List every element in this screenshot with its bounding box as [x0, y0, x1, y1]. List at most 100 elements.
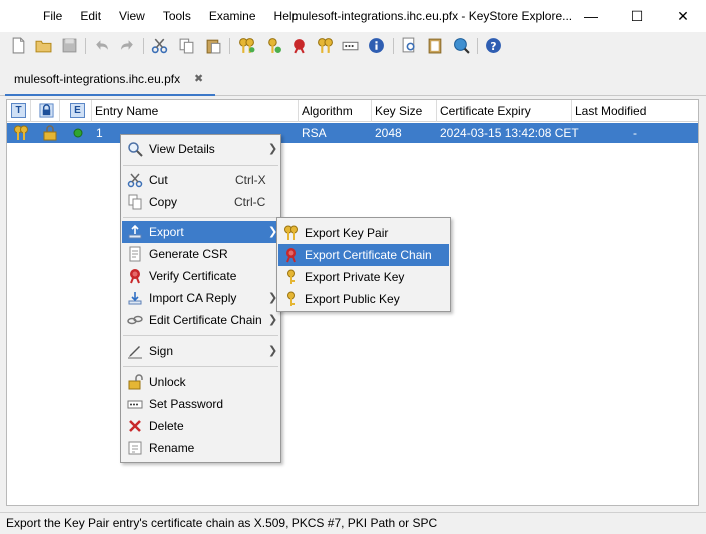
chevron-right-icon: ❯ — [268, 143, 278, 155]
menu-separator — [123, 165, 278, 166]
toolbar: ? — [0, 32, 706, 60]
tab-close-icon[interactable]: ✖ — [194, 66, 203, 92]
set-password-icon[interactable] — [342, 37, 359, 54]
tab-keystore[interactable]: mulesoft-integrations.ihc.eu.pfx ✖ — [5, 66, 215, 96]
menu-item-delete[interactable]: Delete — [122, 415, 279, 437]
examine-clipboard-icon[interactable] — [427, 37, 444, 54]
menu-item-label: Cut — [149, 173, 168, 187]
redo-icon[interactable] — [119, 37, 136, 54]
menu-item-export[interactable]: Export ❯ — [122, 221, 279, 243]
menu-item-cut[interactable]: Cut Ctrl-X — [122, 169, 279, 191]
menu-item-label: Export Key Pair — [305, 226, 389, 240]
menu-item-label: Export — [149, 225, 184, 239]
menu-item-label: Import CA Reply — [149, 291, 237, 305]
menu-item-label: Export Private Key — [305, 270, 405, 284]
import-trusted-certificate-icon[interactable] — [291, 37, 308, 54]
tab-label: mulesoft-integrations.ihc.eu.pfx — [14, 72, 181, 86]
paste-icon[interactable] — [205, 37, 222, 54]
menu-item-export-key-pair[interactable]: Export Key Pair — [278, 222, 449, 244]
rename-icon — [128, 441, 142, 455]
type-badge: T — [11, 103, 26, 118]
column-type[interactable]: T — [7, 100, 31, 122]
csr-document-icon — [129, 246, 141, 262]
title-bar: File Edit View Tools Examine Help muleso… — [0, 0, 706, 32]
column-last-modified[interactable]: Last Modified — [572, 100, 698, 122]
help-icon[interactable]: ? — [485, 37, 502, 54]
menu-item-label: Unlock — [149, 375, 186, 389]
menu-item-sign[interactable]: Sign ❯ — [122, 340, 279, 362]
password-field-icon — [127, 400, 143, 409]
cell-last-modified: - — [633, 126, 637, 140]
close-window-button[interactable]: ✕ — [660, 0, 706, 32]
examine-file-icon[interactable] — [401, 37, 418, 54]
column-expiry-status[interactable]: E — [60, 100, 92, 122]
key-pair-icon — [284, 225, 298, 240]
toolbar-separator — [393, 38, 394, 54]
context-menu: View Details ❯ Cut Ctrl-X Copy Ctrl-C Ex… — [120, 134, 281, 463]
menu-item-export-private-key[interactable]: Export Private Key — [278, 266, 449, 288]
menu-file[interactable]: File — [34, 0, 71, 32]
menu-examine[interactable]: Examine — [200, 0, 265, 32]
menu-item-rename[interactable]: Rename — [122, 437, 279, 459]
new-file-icon[interactable] — [10, 37, 27, 54]
examine-ssl-icon[interactable] — [453, 37, 470, 54]
open-folder-icon[interactable] — [35, 37, 52, 54]
pen-sign-icon — [128, 346, 142, 359]
menu-view[interactable]: View — [110, 0, 154, 32]
minimize-button[interactable]: — — [568, 0, 614, 32]
column-key-size[interactable]: Key Size — [372, 100, 437, 122]
private-key-icon — [287, 269, 295, 284]
import-key-pair-icon[interactable] — [317, 37, 334, 54]
cell-certificate-expiry: 2024-03-15 13:42:08 CET — [440, 126, 579, 140]
menu-item-verify-certificate[interactable]: Verify Certificate — [122, 265, 279, 287]
menu-item-copy[interactable]: Copy Ctrl-C — [122, 191, 279, 213]
menu-item-label: View Details — [149, 142, 215, 156]
copy-icon[interactable] — [178, 37, 195, 54]
certificate-seal-icon — [130, 269, 140, 284]
column-certificate-expiry[interactable]: Certificate Expiry — [437, 100, 572, 122]
menu-separator — [123, 217, 278, 218]
menu-item-import-ca-reply[interactable]: Import CA Reply ❯ — [122, 287, 279, 309]
close-icon: ✕ — [677, 7, 689, 24]
table-header: T E Entry Name Algorithm Key Size Certif… — [7, 100, 698, 122]
menu-item-view-details[interactable]: View Details ❯ — [122, 138, 279, 160]
menu-item-label: Copy — [149, 195, 178, 209]
export-icon — [128, 224, 142, 239]
menu-item-label: Export Public Key — [305, 292, 400, 306]
menu-item-export-public-key[interactable]: Export Public Key — [278, 288, 449, 310]
properties-icon[interactable] — [368, 37, 385, 54]
menu-item-label: Delete — [149, 419, 184, 433]
undo-icon[interactable] — [93, 37, 110, 54]
cell-entry-name: 1 — [96, 126, 103, 140]
export-submenu: Export Key Pair Export Certificate Chain… — [276, 217, 451, 312]
column-entry-name[interactable]: Entry Name — [92, 100, 299, 122]
minimize-icon: — — [584, 8, 598, 24]
table-row[interactable]: 1 RSA 2048 2024-03-15 13:42:08 CET - — [7, 123, 698, 143]
shortcut-label: Ctrl-C — [234, 195, 266, 209]
menu-item-label: Set Password — [149, 397, 224, 411]
status-text: Export the Key Pair entry's certificate … — [6, 516, 438, 530]
menu-item-label: Generate CSR — [149, 247, 228, 261]
column-algorithm[interactable]: Algorithm — [299, 100, 372, 122]
generate-secret-key-icon[interactable] — [265, 37, 282, 54]
menu-separator — [123, 366, 278, 367]
key-pair-icon — [14, 125, 28, 140]
menu-item-edit-certificate-chain[interactable]: Edit Certificate Chain ❯ — [122, 309, 279, 331]
save-icon[interactable] — [61, 37, 78, 54]
toolbar-separator — [85, 38, 86, 54]
menu-item-generate-csr[interactable]: Generate CSR — [122, 243, 279, 265]
expiry-badge: E — [70, 103, 85, 118]
column-lock[interactable] — [31, 100, 60, 122]
menu-edit[interactable]: Edit — [71, 0, 110, 32]
menu-item-unlock[interactable]: Unlock — [122, 371, 279, 393]
cut-icon[interactable] — [151, 37, 168, 54]
generate-key-pair-icon[interactable] — [238, 37, 255, 54]
menu-tools[interactable]: Tools — [154, 0, 200, 32]
menu-item-set-password[interactable]: Set Password — [122, 393, 279, 415]
status-bar: Export the Key Pair entry's certificate … — [0, 512, 706, 534]
maximize-button[interactable]: ☐ — [614, 0, 660, 32]
padlock-icon — [43, 125, 57, 141]
menu-item-export-certificate-chain[interactable]: Export Certificate Chain — [278, 244, 449, 266]
maximize-icon: ☐ — [630, 7, 644, 24]
window-title: mulesoft-integrations.ihc.eu.pfx - KeySt… — [292, 9, 573, 23]
